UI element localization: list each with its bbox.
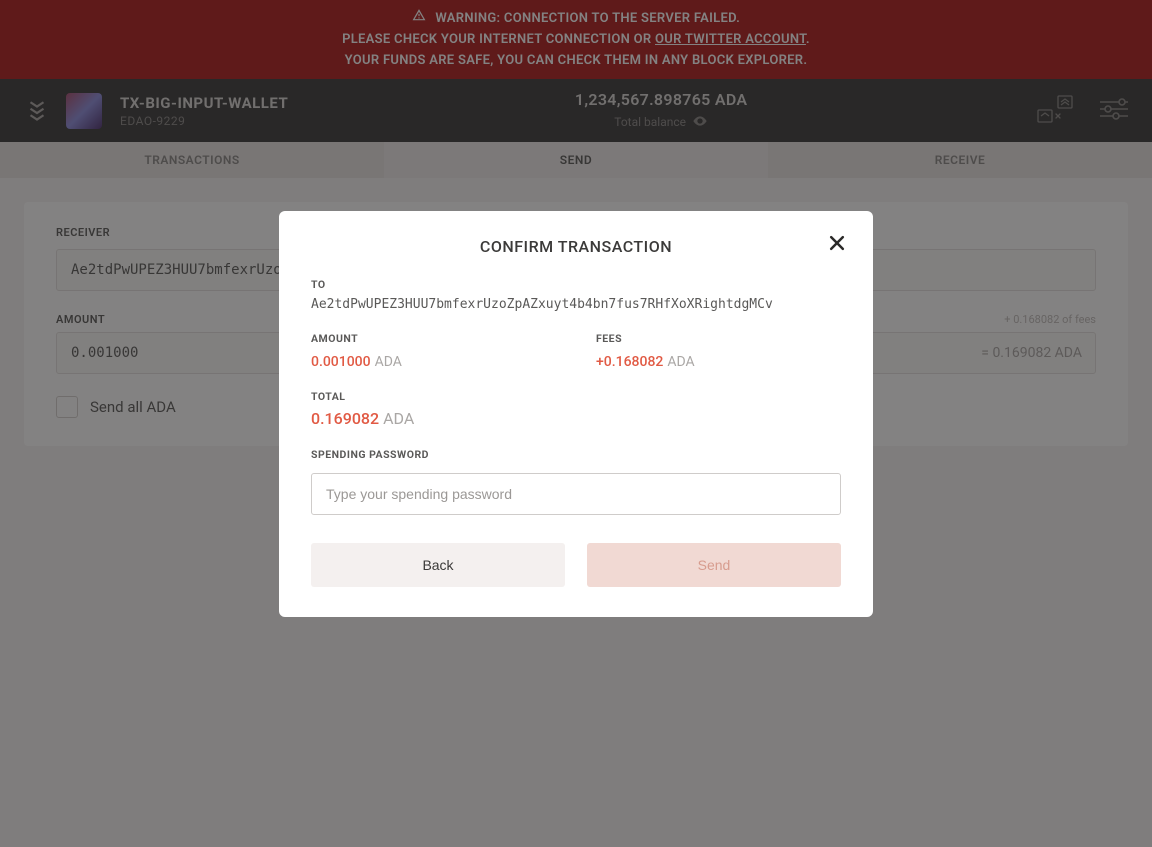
modal-fees-value: +0.168082 xyxy=(596,354,663,370)
spending-password-input[interactable] xyxy=(311,473,841,515)
confirm-transaction-modal: CONFIRM TRANSACTION TO Ae2tdPwUPEZ3HUU7b… xyxy=(279,211,873,617)
to-address: Ae2tdPwUPEZ3HUU7bmfexrUzoZpAZxuyt4b4bn7f… xyxy=(311,297,841,312)
password-label: SPENDING PASSWORD xyxy=(311,448,841,461)
modal-total-value: 0.169082 xyxy=(311,409,379,428)
modal-amount-unit: ADA xyxy=(375,354,402,370)
modal-total-label: TOTAL xyxy=(311,390,841,403)
modal-title: CONFIRM TRANSACTION xyxy=(311,237,841,256)
close-icon[interactable] xyxy=(827,233,847,257)
modal-overlay: CONFIRM TRANSACTION TO Ae2tdPwUPEZ3HUU7b… xyxy=(0,0,1152,847)
modal-amount-label: AMOUNT xyxy=(311,332,556,345)
modal-amount-value: 0.001000 xyxy=(311,354,371,370)
modal-total-unit: ADA xyxy=(383,409,414,428)
back-button[interactable]: Back xyxy=(311,543,565,587)
to-label: TO xyxy=(311,278,841,291)
modal-fees-label: FEES xyxy=(596,332,841,345)
send-button[interactable]: Send xyxy=(587,543,841,587)
modal-fees-unit: ADA xyxy=(667,354,694,370)
